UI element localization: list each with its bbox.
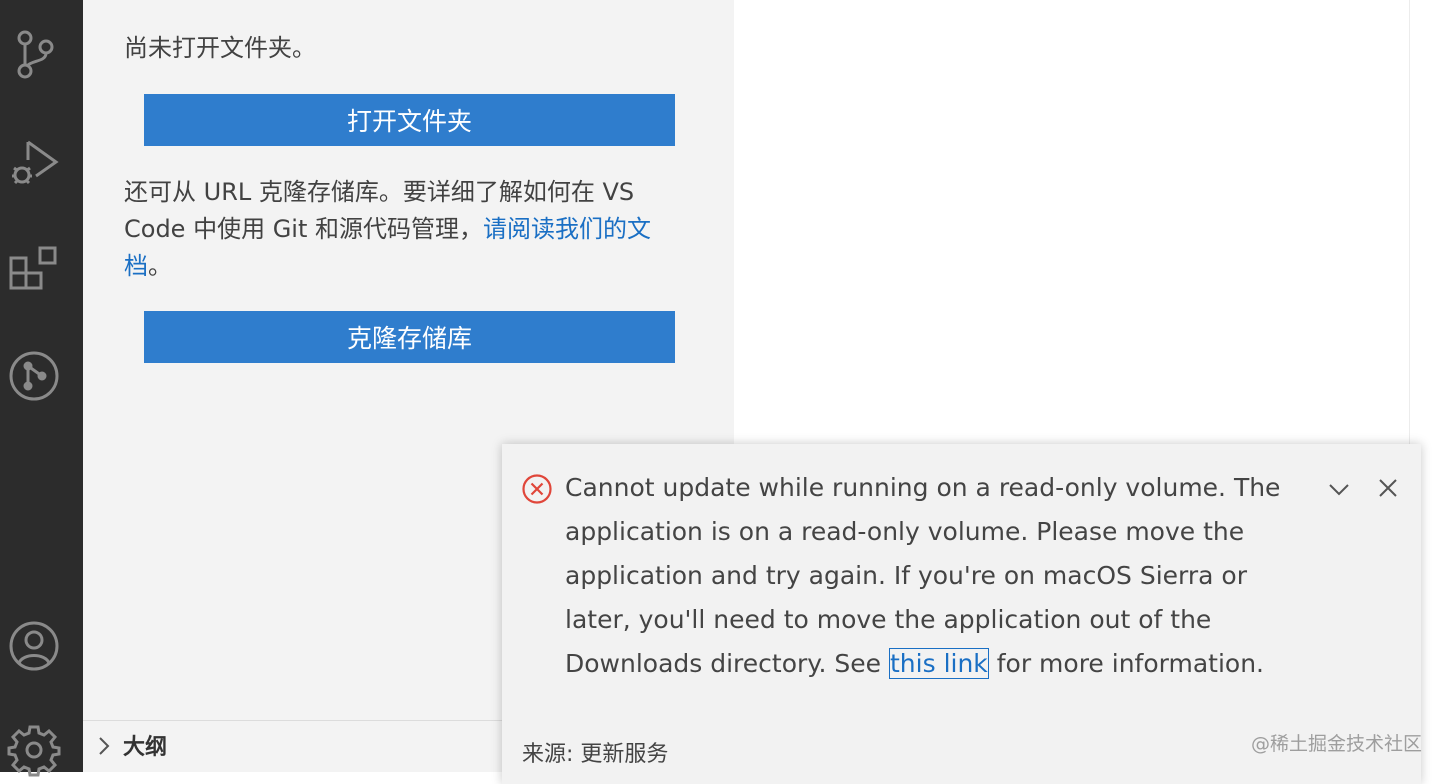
notification-message: Cannot update while running on a read-on…: [565, 466, 1305, 686]
clone-message: 还可从 URL 克隆存储库。要详细了解如何在 VS Code 中使用 Git 和…: [124, 174, 694, 285]
open-folder-button[interactable]: 打开文件夹: [144, 94, 675, 146]
chevron-right-icon: [99, 737, 110, 755]
run-debug-icon[interactable]: [6, 132, 62, 188]
error-icon: [522, 474, 552, 504]
watermark: @稀土掘金技术社区: [1251, 733, 1423, 755]
clone-repository-button[interactable]: 克隆存储库: [144, 311, 675, 363]
notification-text-suffix: for more information.: [988, 649, 1264, 678]
manage-gear-icon[interactable]: [6, 722, 62, 778]
notification-source: 来源: 更新服务: [522, 742, 669, 767]
clone-message-suffix: 。: [148, 252, 172, 280]
outline-title: 大纲: [123, 735, 168, 760]
git-graph-icon[interactable]: [6, 348, 62, 404]
chevron-down-icon[interactable]: [1326, 476, 1352, 502]
activity-bar: [0, 0, 83, 777]
notification-link[interactable]: this link: [889, 648, 989, 679]
source-control-icon[interactable]: [6, 26, 62, 82]
extensions-icon[interactable]: [6, 240, 62, 296]
empty-folder-message: 尚未打开文件夹。: [124, 34, 316, 62]
close-icon[interactable]: [1374, 474, 1402, 502]
account-icon[interactable]: [6, 618, 62, 674]
